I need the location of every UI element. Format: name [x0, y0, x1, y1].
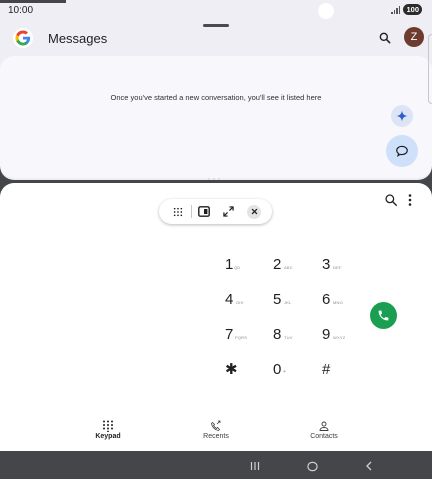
more-vert-icon[interactable] — [408, 193, 412, 207]
search-icon[interactable] — [384, 193, 398, 207]
key-7[interactable]: 7 PQRS — [225, 323, 265, 343]
messages-app-bar: Messages Z — [0, 26, 432, 54]
key-star[interactable]: ✱ — [225, 358, 265, 378]
conversation-list: Once you've started a new conversation, … — [0, 56, 432, 178]
status-icons: 100 — [391, 4, 422, 15]
system-navigation-bar — [0, 451, 432, 479]
toolbar-divider — [191, 205, 192, 218]
nav-contacts[interactable]: Contacts — [284, 420, 364, 440]
multiwindow-toolbar — [159, 199, 272, 224]
key-4[interactable]: 4 GHI — [225, 288, 265, 308]
google-logo-icon — [13, 28, 33, 48]
gemini-sparkle-icon — [396, 110, 408, 122]
fullscreen-icon[interactable] — [222, 205, 235, 218]
camera-cutout — [318, 3, 334, 19]
back-icon[interactable] — [363, 460, 375, 472]
key-2[interactable]: 2 ABC — [273, 253, 313, 273]
start-chat-icon — [396, 145, 408, 157]
key-0[interactable]: 0 + — [273, 358, 313, 378]
empty-state-text: Once you've started a new conversation, … — [110, 93, 322, 102]
avatar[interactable]: Z — [404, 27, 424, 47]
key-hash[interactable]: # — [322, 358, 362, 378]
key-1[interactable]: 1 QD — [225, 253, 265, 273]
nav-recents[interactable]: Recents — [176, 420, 256, 440]
app-title: Messages — [48, 31, 108, 46]
home-icon[interactable] — [306, 460, 318, 472]
recents-icon — [211, 420, 221, 431]
nav-keypad-label: Keypad — [95, 433, 121, 440]
key-3[interactable]: 3 DEF — [322, 253, 362, 273]
signal-icon — [391, 5, 401, 14]
nav-keypad[interactable]: Keypad — [68, 420, 148, 440]
key-9[interactable]: 9 WXYZ — [322, 323, 362, 343]
status-bar: 10:00 100 — [0, 0, 432, 19]
start-chat-button[interactable] — [386, 135, 418, 167]
messages-window: 10:00 100 Messages Z Once you've started… — [0, 0, 432, 180]
contacts-icon — [319, 421, 329, 431]
phone-icon — [378, 310, 389, 321]
gemini-button[interactable] — [391, 105, 413, 127]
edge-panel-handle[interactable] — [428, 34, 432, 104]
dialpad-icon — [103, 420, 113, 432]
dialpad-icon[interactable] — [171, 205, 184, 218]
battery-icon: 100 — [403, 4, 422, 15]
phone-window: 1 QD 2 ABC 3 DEF 4 GHI 5 JKL 6 MNO 7 PQR… — [0, 183, 432, 451]
status-time: 10:00 — [8, 5, 34, 16]
search-icon[interactable] — [378, 31, 392, 45]
split-screen-icon[interactable] — [197, 205, 210, 218]
nav-contacts-label: Contacts — [310, 433, 338, 440]
close-icon[interactable] — [247, 204, 261, 219]
split-divider-handle[interactable] — [208, 178, 220, 180]
key-8[interactable]: 8 TUV — [273, 323, 313, 343]
recent-apps-icon[interactable] — [249, 460, 261, 472]
key-6[interactable]: 6 MNO — [322, 288, 362, 308]
status-accent-bar — [0, 0, 66, 3]
nav-recents-label: Recents — [203, 433, 229, 440]
call-button[interactable] — [370, 302, 397, 329]
key-5[interactable]: 5 JKL — [273, 288, 313, 308]
